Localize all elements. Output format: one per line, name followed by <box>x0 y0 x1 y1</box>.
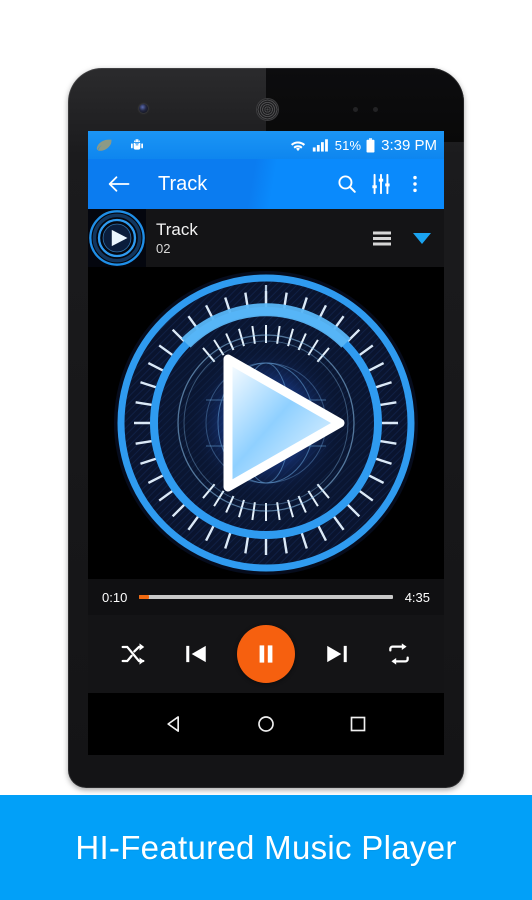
nav-back-triangle-icon <box>167 716 179 732</box>
android-nav-bar <box>88 693 444 755</box>
skip-next-icon <box>326 645 347 663</box>
elapsed-time-label: 0:10 <box>102 589 128 605</box>
next-button[interactable] <box>316 633 358 675</box>
play-triangle-icon <box>88 267 444 579</box>
pause-icon <box>259 645 273 663</box>
repeat-icon <box>389 643 409 665</box>
seek-bar-row: 0:10 4:35 <box>88 579 444 615</box>
shuffle-button[interactable] <box>112 633 154 675</box>
search-button[interactable] <box>330 164 364 204</box>
nav-recents-button[interactable] <box>336 702 380 746</box>
track-meta: Track 02 <box>146 220 364 257</box>
shuffle-icon <box>121 643 145 665</box>
clock-label: 3:39 PM <box>381 136 437 154</box>
expand-collapse-button[interactable] <box>400 218 444 258</box>
page-title: Track <box>158 172 208 195</box>
app-bar: Track <box>88 159 444 209</box>
now-playing-row[interactable]: Track 02 <box>88 209 444 267</box>
track-thumbnail[interactable] <box>88 209 146 267</box>
promo-banner: HI-Featured Music Player <box>0 795 532 900</box>
promo-banner-text: HI-Featured Music Player <box>75 828 457 866</box>
overflow-menu-button[interactable] <box>398 164 432 204</box>
chevron-down-icon <box>413 232 431 244</box>
signal-bars-icon <box>312 139 328 152</box>
overflow-menu-icon <box>413 175 417 193</box>
wifi-icon <box>290 141 305 152</box>
phone-device: 51% 3:39 PM Track Track 02 0:10 4:35 <box>68 68 464 788</box>
leaf-icon <box>96 139 112 151</box>
album-artwork[interactable] <box>88 267 444 579</box>
nav-back-button[interactable] <box>152 702 196 746</box>
search-icon <box>338 175 356 193</box>
battery-percent-label: 51% <box>334 137 362 153</box>
status-bar: 51% 3:39 PM <box>88 131 444 159</box>
phone-screen: 51% 3:39 PM Track Track 02 0:10 4:35 <box>88 131 444 755</box>
back-button[interactable] <box>102 164 136 204</box>
nav-recents-square-icon <box>350 716 366 732</box>
nav-home-circle-icon <box>258 716 274 732</box>
earpiece-speaker-icon <box>256 98 279 121</box>
nav-home-button[interactable] <box>244 702 288 746</box>
repeat-button[interactable] <box>378 633 420 675</box>
back-arrow-icon <box>108 176 130 192</box>
skip-previous-icon <box>185 645 206 663</box>
transport-controls <box>88 615 444 693</box>
queue-button[interactable] <box>364 218 400 258</box>
status-bar-system-icons: 51% 3:39 PM <box>289 138 437 153</box>
seek-progress-fill <box>139 595 150 599</box>
status-bar-notifications <box>95 137 289 153</box>
equalizer-button[interactable] <box>364 164 398 204</box>
total-time-label: 4:35 <box>404 589 430 605</box>
previous-button[interactable] <box>175 633 217 675</box>
android-bug-icon <box>131 139 143 150</box>
play-pause-button[interactable] <box>237 625 295 683</box>
equalizer-icon <box>372 173 390 195</box>
seek-slider[interactable] <box>139 595 393 599</box>
track-subtitle: 02 <box>156 240 171 256</box>
track-title: Track <box>156 219 198 239</box>
front-camera-icon <box>139 104 148 113</box>
queue-list-icon <box>373 231 391 245</box>
proximity-sensor-icon <box>353 107 395 113</box>
battery-icon <box>366 137 375 153</box>
album-art-play-icon <box>88 209 146 267</box>
